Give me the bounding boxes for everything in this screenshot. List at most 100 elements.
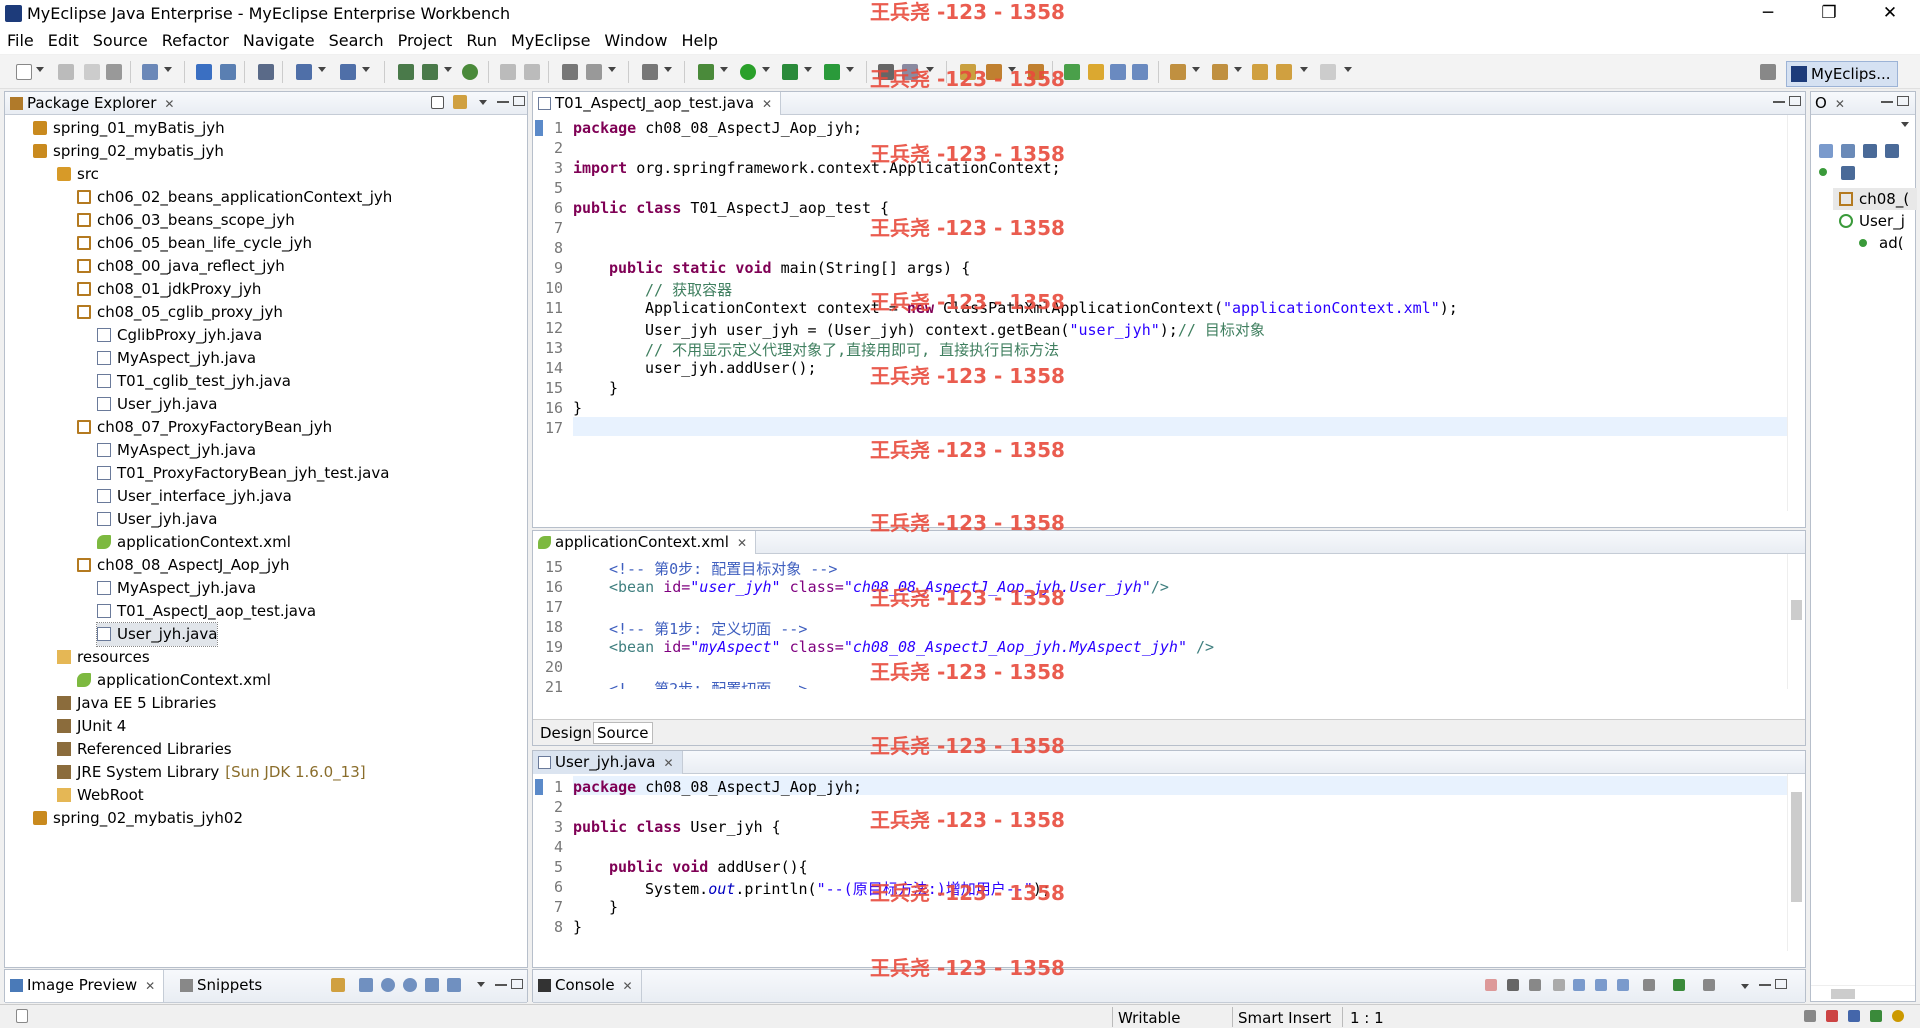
tree-item[interactable]: User_jyh.java (97, 393, 217, 416)
build-icon[interactable] (398, 64, 414, 80)
minimize-view-icon[interactable] (497, 101, 509, 103)
tree-item[interactable]: JRE System Library [Sun JDK 1.6.0_13] (57, 761, 366, 784)
new-icon[interactable] (16, 64, 32, 80)
menu-search[interactable]: Search (322, 29, 391, 50)
tree-item[interactable]: applicationContext.xml (77, 669, 271, 692)
open-perspective-icon[interactable] (1760, 64, 1776, 80)
code-line[interactable]: } (609, 379, 618, 397)
tree-item[interactable]: ch08_05_cglib_proxy_jyh (77, 301, 283, 324)
code-line[interactable]: } (573, 399, 582, 417)
tree-item[interactable]: src (57, 163, 99, 186)
scroll-lock-icon[interactable] (1573, 979, 1585, 991)
minimize-view-icon[interactable] (1773, 101, 1785, 103)
pin-console-icon[interactable] (1643, 979, 1655, 991)
view-menu-icon[interactable] (1901, 122, 1909, 127)
new-dropdown-icon[interactable] (36, 67, 44, 72)
xml-line[interactable]: <bean id="myAspect" class="ch08_08_Aspec… (609, 638, 1214, 656)
menu-navigate[interactable]: Navigate (236, 29, 322, 50)
search-icon[interactable] (340, 64, 356, 80)
code-line[interactable]: user_jyh.addUser(); (645, 359, 817, 377)
menu-source[interactable]: Source (86, 29, 155, 50)
new-web-project-icon[interactable] (142, 64, 158, 80)
generate-icon[interactable] (422, 64, 438, 80)
open-type-icon[interactable] (296, 64, 312, 80)
tree-item[interactable]: applicationContext.xml (97, 531, 291, 554)
browser-icon[interactable] (258, 64, 274, 80)
code-comment[interactable]: // 获取容器 (645, 279, 732, 300)
show-stderr-icon[interactable] (1617, 979, 1629, 991)
tree-item[interactable]: ch06_05_bean_life_cycle_jyh (77, 232, 312, 255)
hide-fields-icon[interactable] (1863, 144, 1877, 158)
show-stdout-icon[interactable] (1595, 979, 1607, 991)
pin-icon[interactable] (1064, 64, 1080, 80)
vertical-scrollbar[interactable] (1787, 774, 1805, 951)
prev-annotation-icon[interactable] (1212, 64, 1228, 80)
tray-icon-1[interactable] (1804, 1010, 1816, 1022)
close-icon[interactable]: ✕ (737, 536, 747, 550)
tree-item[interactable]: T01_AspectJ_aop_test.java (97, 600, 316, 623)
fullscreen-icon[interactable] (447, 978, 461, 992)
tree-item[interactable]: T01_ProxyFactoryBean_jyh_test.java (97, 462, 389, 485)
redo-edit-icon[interactable] (524, 64, 540, 80)
tray-icon-2[interactable] (1826, 1010, 1838, 1022)
outline-item-class[interactable]: User_j (1833, 210, 1917, 232)
globe-icon[interactable] (462, 64, 478, 80)
tab-user-jyh-java[interactable]: User_jyh.java ✕ (533, 751, 683, 774)
actual-size-icon[interactable] (425, 978, 439, 992)
tree-item[interactable]: T01_cglib_test_jyh.java (97, 370, 291, 393)
forward-icon[interactable] (1320, 64, 1336, 80)
tree-item[interactable]: JUnit 4 (57, 715, 126, 738)
minimize-view-icon[interactable] (495, 984, 507, 986)
code-line[interactable]: } (573, 918, 582, 936)
debug-icon[interactable] (698, 64, 714, 80)
menu-edit[interactable]: Edit (41, 29, 86, 50)
tree-item[interactable]: MyAspect_jyh.java (97, 347, 256, 370)
save-icon[interactable] (58, 64, 74, 80)
tree-item[interactable]: User_jyh.java (95, 622, 219, 647)
tree-item[interactable]: User_jyh.java (97, 508, 217, 531)
close-icon[interactable]: ✕ (623, 979, 633, 993)
collapse-all-icon[interactable] (1819, 144, 1833, 158)
zoom-out-icon[interactable] (381, 978, 395, 992)
refresh-icon[interactable] (331, 978, 345, 992)
maximize-view-icon[interactable] (513, 96, 525, 106)
tree-item[interactable]: WebRoot (57, 784, 144, 807)
tree-item[interactable]: spring_02_mybatis_jyh (33, 140, 224, 163)
close-icon[interactable]: ✕ (1835, 97, 1845, 111)
tab-snippets[interactable]: Snippets (175, 970, 270, 1002)
horizontal-scrollbar[interactable] (573, 951, 1787, 967)
tree-item[interactable]: ch06_03_beans_scope_jyh (77, 209, 295, 232)
tree-item[interactable]: CglibProxy_jyh.java (97, 324, 262, 347)
deploy-icon[interactable] (196, 64, 212, 80)
print-icon[interactable] (106, 64, 122, 80)
vertical-scrollbar[interactable] (1787, 115, 1805, 511)
menu-file[interactable]: File (0, 29, 41, 50)
code-comment[interactable]: // 不用显示定义代理对象了,直接用即可, 直接执行目标方法 (645, 339, 1059, 360)
tab-package-explorer[interactable]: Package Explorer ✕ (5, 92, 182, 115)
tray-icon-3[interactable] (1848, 1010, 1860, 1022)
menu-run[interactable]: Run (459, 29, 504, 50)
open-console-icon[interactable] (1703, 979, 1715, 991)
fit-icon[interactable] (359, 978, 373, 992)
code-line[interactable]: } (609, 898, 618, 916)
collapse-all-icon[interactable] (431, 96, 444, 109)
minimize-button[interactable]: ─ (1740, 0, 1796, 29)
next-annotation-icon[interactable] (1170, 64, 1186, 80)
run-last-icon[interactable] (782, 64, 798, 80)
tree-item[interactable]: MyAspect_jyh.java (97, 439, 256, 462)
tree-item[interactable]: ch08_08_AspectJ_Aop_jyh (77, 554, 290, 577)
show-whitespace-icon[interactable] (1132, 64, 1148, 80)
back-icon[interactable] (1276, 64, 1292, 80)
menu-project[interactable]: Project (391, 29, 460, 50)
tree-item[interactable]: ch08_01_jdkProxy_jyh (77, 278, 261, 301)
zoom-in-icon[interactable] (403, 978, 417, 992)
hide-nonpublic-icon[interactable] (1841, 166, 1855, 180)
code-line[interactable]: public class User_jyh { (573, 818, 781, 836)
menu-myeclipse[interactable]: MyEclipse (504, 29, 597, 50)
code-line[interactable]: public void addUser(){ (609, 858, 808, 876)
last-edit-icon[interactable] (1252, 64, 1268, 80)
terminal-icon[interactable] (642, 64, 658, 80)
terminate-icon[interactable] (1485, 979, 1497, 991)
view-menu-icon[interactable] (1741, 984, 1749, 989)
tray-icon-5[interactable] (1892, 1010, 1904, 1022)
